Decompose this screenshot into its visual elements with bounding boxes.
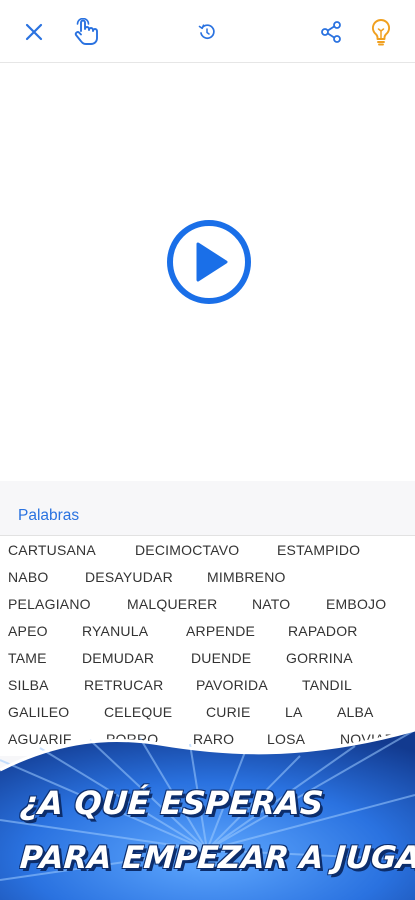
- play-button[interactable]: [165, 218, 253, 306]
- word-item: TAME: [8, 650, 47, 666]
- promo-banner: ¿A QUÉ ESPERAS PARA EMPEZAR A JUGAR?: [0, 700, 415, 900]
- word-item: DUENDE: [191, 650, 252, 666]
- word-item: PAVORIDA: [196, 677, 268, 693]
- word-item: CARTUSANA: [8, 542, 96, 558]
- word-item: DESAYUDAR: [85, 569, 173, 585]
- play-circle-icon: [167, 220, 251, 304]
- word-item: NATO: [252, 596, 291, 612]
- word-item: GORRINA: [286, 650, 353, 666]
- hand-touch-icon: [74, 18, 98, 45]
- word-item: SILBA: [8, 677, 49, 693]
- word-item: DEMUDAR: [82, 650, 155, 666]
- top-toolbar: [0, 0, 415, 63]
- word-row: PELAGIANO MALQUERER NATO EMBOJO: [0, 596, 415, 622]
- word-row: NABO DESAYUDAR MIMBRENO: [0, 569, 415, 595]
- word-row: APEO RYANULA ARPENDE RAPADOR: [0, 623, 415, 649]
- lightbulb-icon: [372, 19, 390, 46]
- timer-reset-icon: [198, 24, 215, 40]
- words-header: Palabras: [18, 507, 80, 524]
- word-item: NABO: [8, 569, 49, 585]
- word-item: ARPENDE: [186, 623, 256, 639]
- word-item: RYANULA: [82, 623, 149, 639]
- hand-touch-button[interactable]: [68, 14, 104, 50]
- close-button[interactable]: [16, 14, 52, 50]
- hint-button[interactable]: [363, 14, 399, 50]
- word-item: MIMBRENO: [207, 569, 286, 585]
- reset-timer-button[interactable]: [189, 14, 225, 50]
- share-button[interactable]: [313, 14, 349, 50]
- word-item: PELAGIANO: [8, 596, 91, 612]
- word-item: MALQUERER: [127, 596, 218, 612]
- word-item: TANDIL: [302, 677, 352, 693]
- banner-title-line2: PARA EMPEZAR A JUGAR?: [18, 840, 415, 876]
- word-item: EMBOJO: [326, 596, 387, 612]
- word-item: DECIMOCTAVO: [135, 542, 240, 558]
- word-item: RAPADOR: [288, 623, 358, 639]
- banner-title-line1: ¿A QUÉ ESPERAS: [18, 784, 325, 822]
- close-icon: [25, 23, 43, 41]
- word-item: ESTAMPIDO: [277, 542, 361, 558]
- word-row: CARTUSANA DECIMOCTAVO ESTAMPIDO: [0, 542, 415, 568]
- share-icon: [321, 21, 341, 43]
- word-item: APEO: [8, 623, 48, 639]
- word-item: RETRUCAR: [84, 677, 164, 693]
- word-row: TAME DEMUDAR DUENDE GORRINA: [0, 650, 415, 676]
